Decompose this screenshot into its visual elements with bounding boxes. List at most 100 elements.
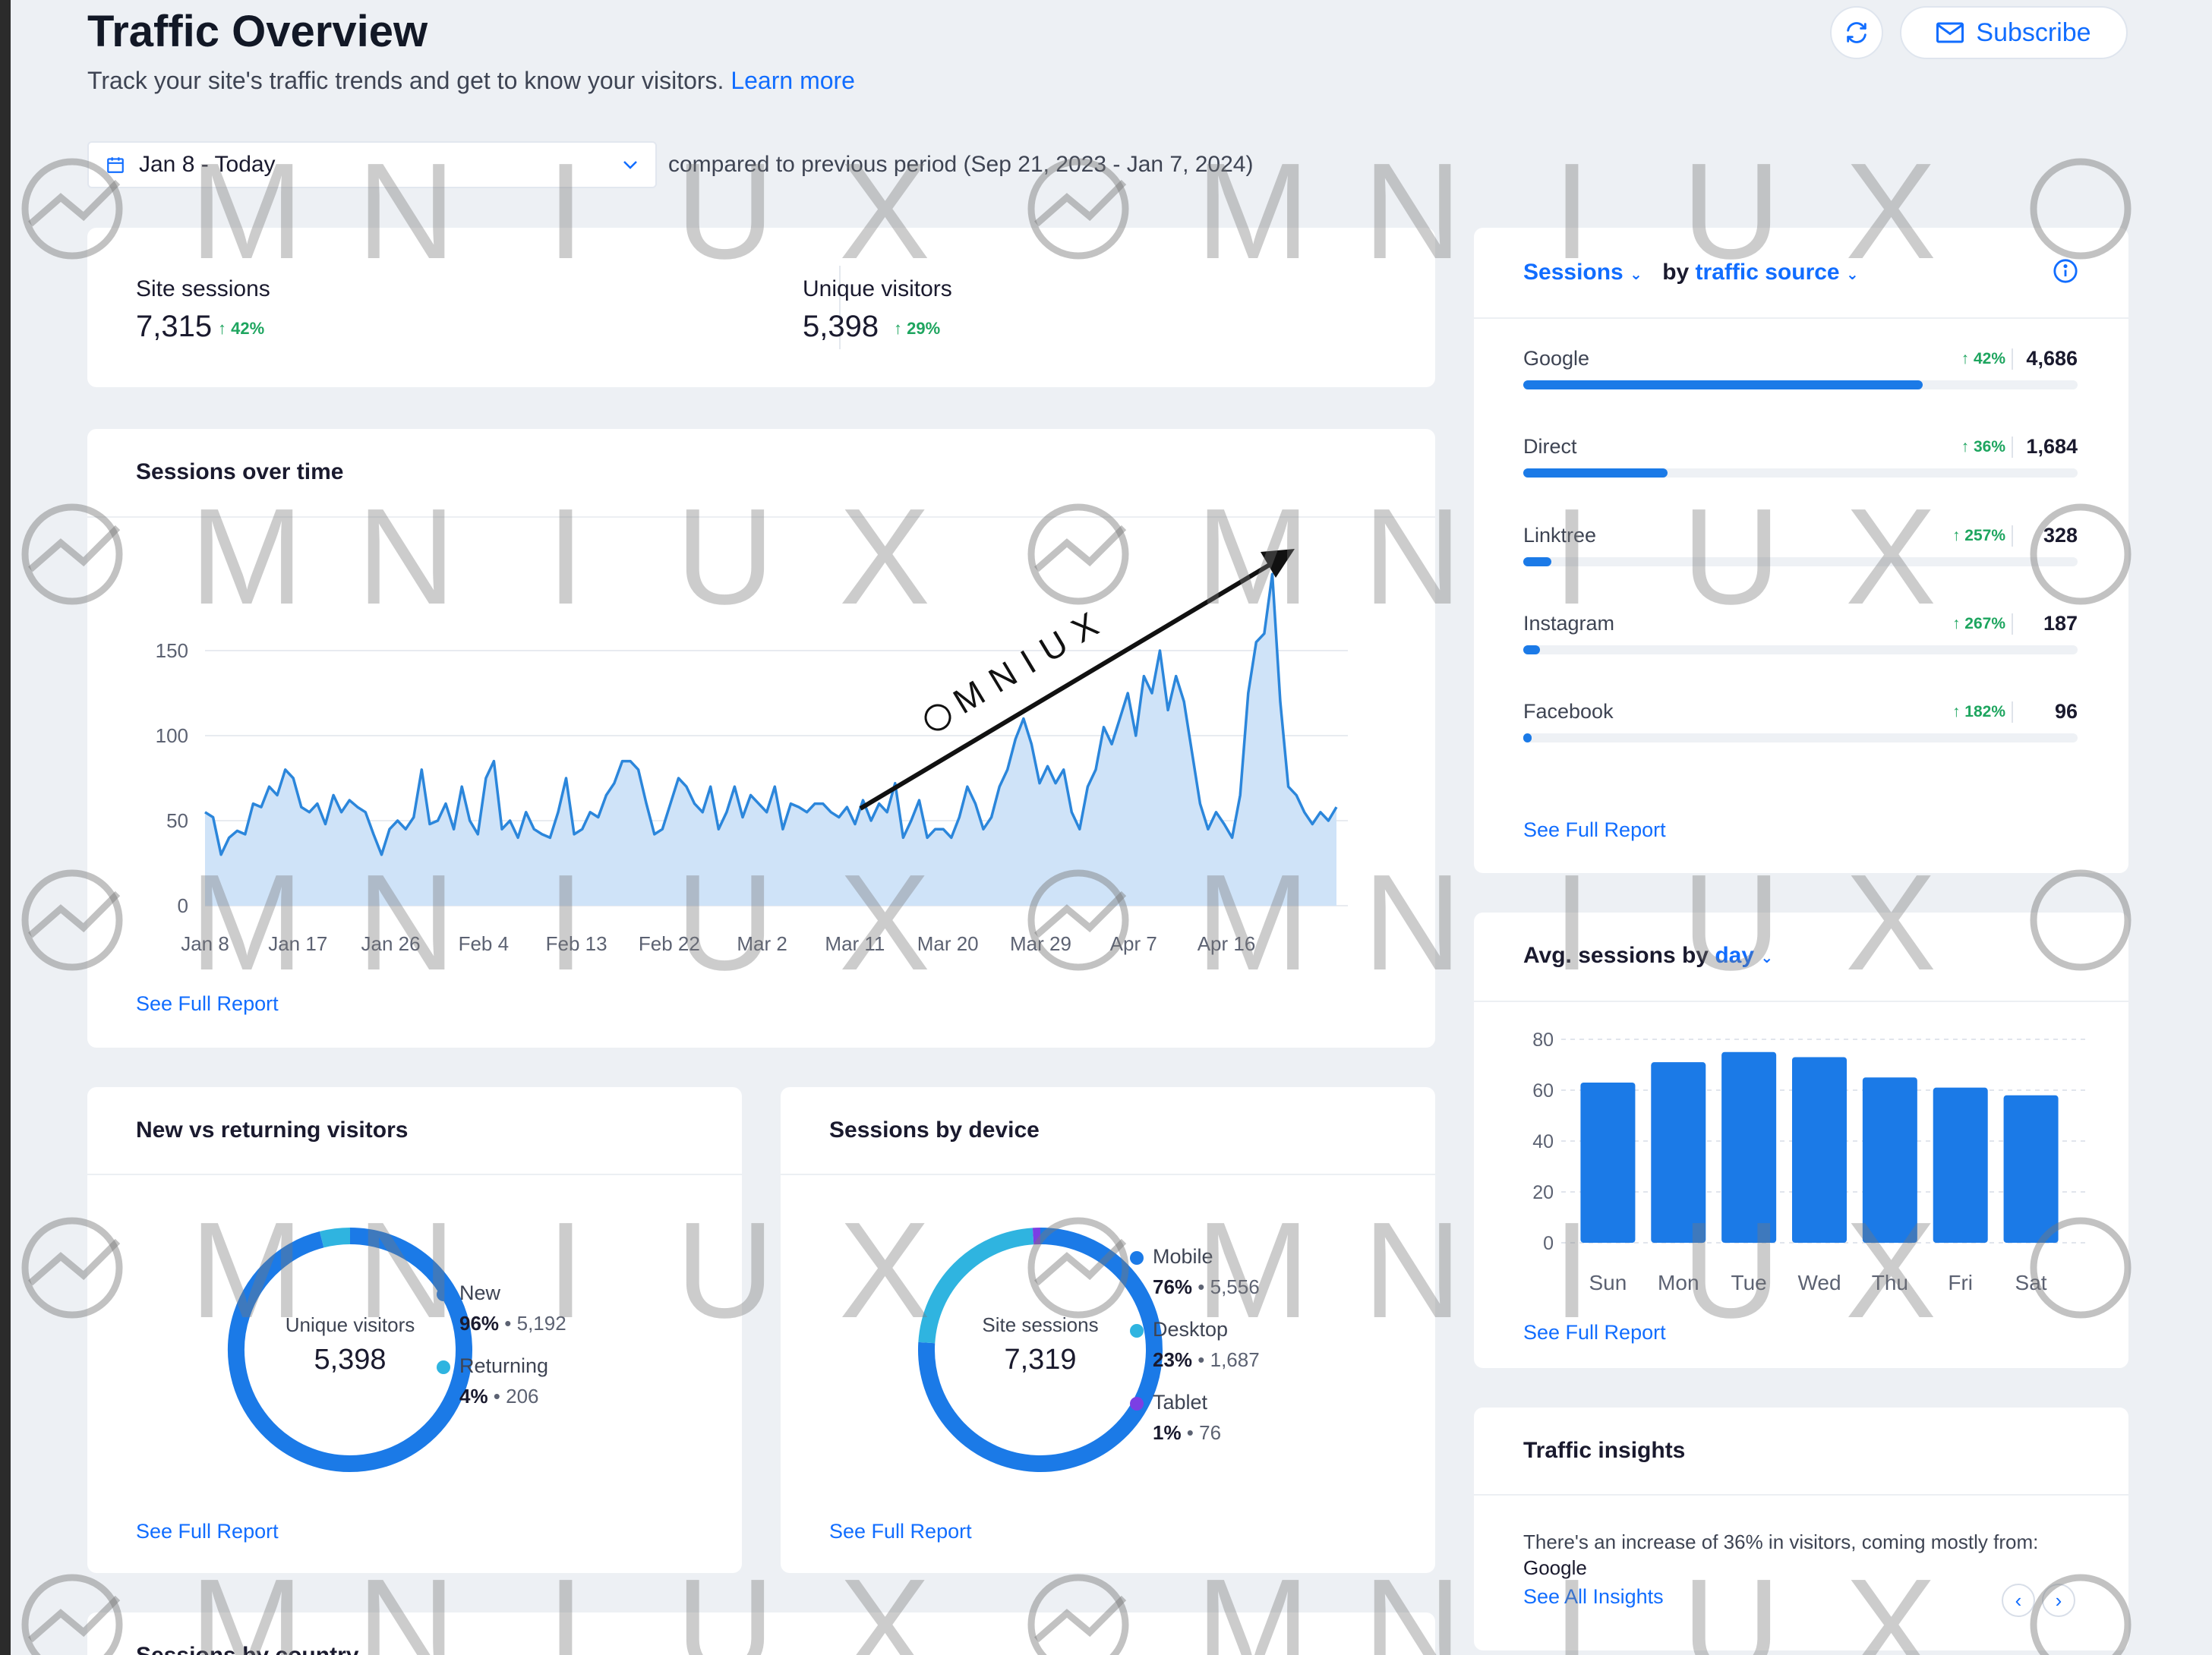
legend-values-tablet: 1% • 76 xyxy=(1153,1421,1222,1444)
donut-center-label: Unique visitors xyxy=(285,1313,415,1336)
refresh-button[interactable] xyxy=(1830,6,1883,59)
subscribe-label: Subscribe xyxy=(1976,17,2091,47)
x-tick-label: Apr 7 xyxy=(1110,932,1157,955)
sessions-by-device-see-full-report[interactable]: See Full Report xyxy=(829,1520,972,1543)
source-value: 1,684 xyxy=(2026,435,2078,458)
watermark-logo-mark xyxy=(28,179,121,227)
legend-values-mobile: 76% • 5,556 xyxy=(1153,1275,1260,1298)
subscribe-button[interactable]: Subscribe xyxy=(1900,6,2128,59)
by-label: by xyxy=(1662,260,1690,285)
donut-slice xyxy=(319,1228,351,1248)
x-tick-label: Mar 20 xyxy=(917,932,979,955)
avg-sessions-see-full-report[interactable]: See Full Report xyxy=(1523,1321,1666,1344)
kpi-change-sessions: ↑ 42% xyxy=(218,319,265,338)
annotation-arrow-line xyxy=(859,556,1283,811)
traffic-source-row[interactable]: Instagram ↑ 267% 187 xyxy=(1523,612,2078,665)
y-tick-label: 100 xyxy=(156,724,188,747)
legend-item-tablet: Tablet xyxy=(1130,1391,1207,1414)
legend-dot xyxy=(1130,1396,1144,1411)
source-change: ↑ 42% xyxy=(1961,350,2005,367)
traffic-insights-title: Traffic insights xyxy=(1523,1438,1686,1463)
legend-label: Mobile xyxy=(1153,1245,1213,1268)
dimension-select-label: traffic source xyxy=(1695,260,1840,285)
avg-sessions-bar-chart[interactable]: 0 20 40 60 80 Sun Mon Tue Wed Thu Fri Sat xyxy=(1474,913,2128,1307)
see-all-insights-link[interactable]: See All Insights xyxy=(1523,1585,1664,1609)
source-bar-track xyxy=(1523,557,2078,566)
source-bar-fill xyxy=(1523,468,1668,478)
traffic-source-row[interactable]: Google ↑ 42% 4,686 xyxy=(1523,347,2078,400)
source-change-value: 42% xyxy=(1973,350,2005,367)
card-divider xyxy=(781,1174,1435,1175)
y-tick-label: 0 xyxy=(1543,1233,1554,1254)
traffic-source-row[interactable]: Linktree ↑ 257% 328 xyxy=(1523,524,2078,577)
date-range-select[interactable]: Jan 8 - Today xyxy=(87,141,657,188)
new-vs-returning-see-full-report[interactable]: See Full Report xyxy=(136,1520,279,1543)
previous-insight-button[interactable]: ‹ xyxy=(2002,1584,2035,1617)
traffic-source-see-full-report[interactable]: See Full Report xyxy=(1523,818,1666,842)
legend-percent: 96% xyxy=(459,1312,500,1335)
legend-count: 5,556 xyxy=(1210,1275,1260,1298)
source-change: ↑ 257% xyxy=(1952,527,2005,544)
source-change-value: 36% xyxy=(1973,438,2005,456)
sessions-see-full-report[interactable]: See Full Report xyxy=(136,992,279,1016)
mail-icon xyxy=(1936,22,1964,43)
legend-dot xyxy=(437,1360,450,1374)
sessions-by-country-card: Sessions by country xyxy=(87,1612,1435,1655)
x-tick-label: Jan 17 xyxy=(268,932,327,955)
source-bar-track xyxy=(1523,645,2078,654)
kpi-value-sessions: 7,315 xyxy=(136,310,213,343)
metric-select[interactable]: Sessions ⌄ xyxy=(1523,260,1642,285)
traffic-source-row[interactable]: Direct ↑ 36% 1,684 xyxy=(1523,435,2078,488)
sessions-line-chart[interactable]: 0 50 100 150 Jan 8 Jan 17 Jan 26 Feb 4 Feb 13 Feb… xyxy=(87,429,1435,991)
source-change-value: 257% xyxy=(1964,527,2005,544)
x-tick-label: Feb 13 xyxy=(546,932,607,955)
annotation-arrow-head xyxy=(1261,549,1295,578)
traffic-source-row[interactable]: Facebook ↑ 182% 96 xyxy=(1523,700,2078,753)
source-change-value: 182% xyxy=(1964,703,2005,720)
next-insight-button[interactable]: › xyxy=(2042,1584,2075,1617)
legend-item-desktop: Desktop xyxy=(1130,1318,1228,1341)
kpi-card: Site sessions 7,315 ↑ 42% Unique visitor… xyxy=(87,228,1435,387)
x-tick-label: Fri xyxy=(1948,1271,1973,1294)
legend-label: Tablet xyxy=(1153,1391,1208,1414)
page-subtitle: Track your site's traffic trends and get… xyxy=(87,67,855,95)
page-title: Traffic Overview xyxy=(87,7,428,56)
row-divider xyxy=(2012,348,2013,370)
x-tick-label: Mar 11 xyxy=(825,932,885,955)
bar xyxy=(1862,1077,1917,1243)
insight-source: Google xyxy=(1523,1556,1587,1579)
kpi-change-sessions-value: 42% xyxy=(231,319,265,338)
source-name: Facebook xyxy=(1523,700,1614,723)
source-value: 4,686 xyxy=(2026,347,2078,370)
y-tick-label: 20 xyxy=(1532,1182,1554,1203)
bar xyxy=(1651,1062,1706,1243)
traffic-insights-card: Traffic insights There's an increase of … xyxy=(1474,1408,2128,1650)
source-value: 96 xyxy=(2054,700,2078,723)
source-value: 187 xyxy=(2043,612,2078,635)
info-icon[interactable] xyxy=(2053,258,2078,284)
sessions-by-country-title: Sessions by country xyxy=(136,1643,358,1655)
kpi-change-visitors: ↑ 29% xyxy=(894,319,941,338)
legend-label: Desktop xyxy=(1153,1318,1229,1341)
sessions-by-device-title: Sessions by device xyxy=(829,1118,1040,1143)
kpi-label-visitors: Unique visitors xyxy=(803,276,952,301)
dimension-select[interactable]: traffic source ⌄ xyxy=(1696,260,1859,285)
x-tick-label: Feb 4 xyxy=(459,932,510,955)
x-tick-label: Sat xyxy=(2015,1271,2047,1294)
legend-percent: 23% xyxy=(1153,1348,1193,1371)
x-tick-label: Wed xyxy=(1797,1271,1841,1294)
kpi-value-visitors: 5,398 xyxy=(803,310,879,343)
date-range-value: Jan 8 - Today xyxy=(139,152,276,177)
y-tick-label: 0 xyxy=(178,894,188,917)
source-name: Instagram xyxy=(1523,612,1615,635)
source-bar-fill xyxy=(1523,733,1532,742)
source-name: Google xyxy=(1523,347,1590,370)
calendar-icon xyxy=(107,157,124,173)
y-tick-label: 40 xyxy=(1532,1131,1554,1152)
row-divider xyxy=(2012,437,2013,458)
legend-percent: 1% xyxy=(1153,1421,1182,1444)
refresh-icon xyxy=(1847,22,1866,43)
legend-percent: 4% xyxy=(459,1385,488,1408)
learn-more-link[interactable]: Learn more xyxy=(730,67,855,94)
legend-dot xyxy=(437,1287,450,1301)
